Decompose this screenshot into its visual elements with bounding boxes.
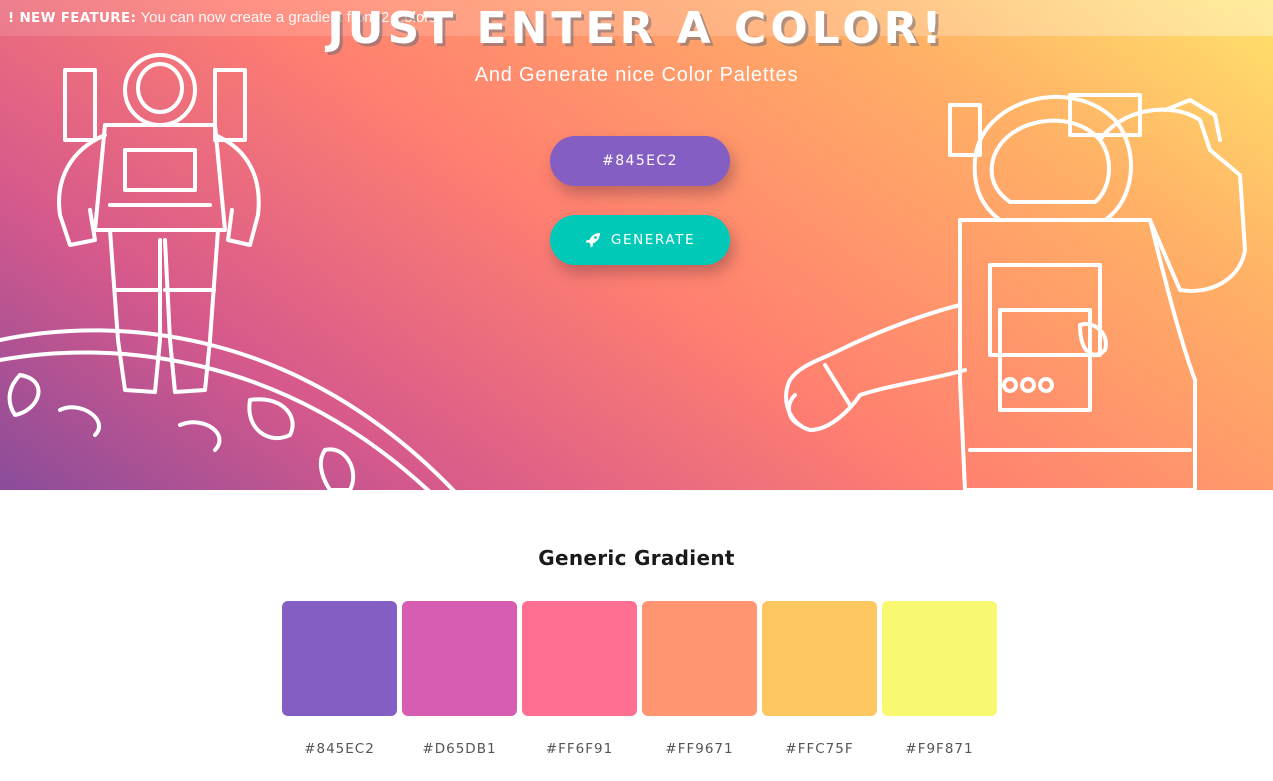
color-swatch-label[interactable]: #FF6F91 [522,741,637,757]
rocket-icon [585,233,600,248]
color-swatch[interactable] [762,601,877,716]
generate-button[interactable]: GENERATE [550,215,730,265]
astronaut-waving-illustration [784,93,1247,490]
hero-section: ! NEW FEATURE: You can now create a grad… [0,0,1273,490]
color-swatch[interactable] [642,601,757,716]
generate-label: GENERATE [610,232,696,248]
color-swatch-label[interactable]: #FFC75F [762,741,877,757]
hero-subtitle: And Generate nice Color Palettes [474,64,799,86]
color-swatch-label[interactable]: #D65DB1 [402,741,517,757]
color-input[interactable] [550,136,730,186]
color-swatch[interactable] [522,601,637,716]
color-swatch-label[interactable]: #FF9671 [642,741,757,757]
color-swatch-label[interactable]: #F9F871 [882,741,997,757]
color-swatch[interactable] [402,601,517,716]
astronaut-on-planet-illustration [0,53,456,490]
color-swatch[interactable] [882,601,997,716]
hero-title: JUST ENTER A COLOR! [327,3,946,54]
palette-title: Generic Gradient [538,546,735,570]
color-swatch[interactable] [282,601,397,716]
color-swatch-label[interactable]: #845EC2 [282,741,397,757]
